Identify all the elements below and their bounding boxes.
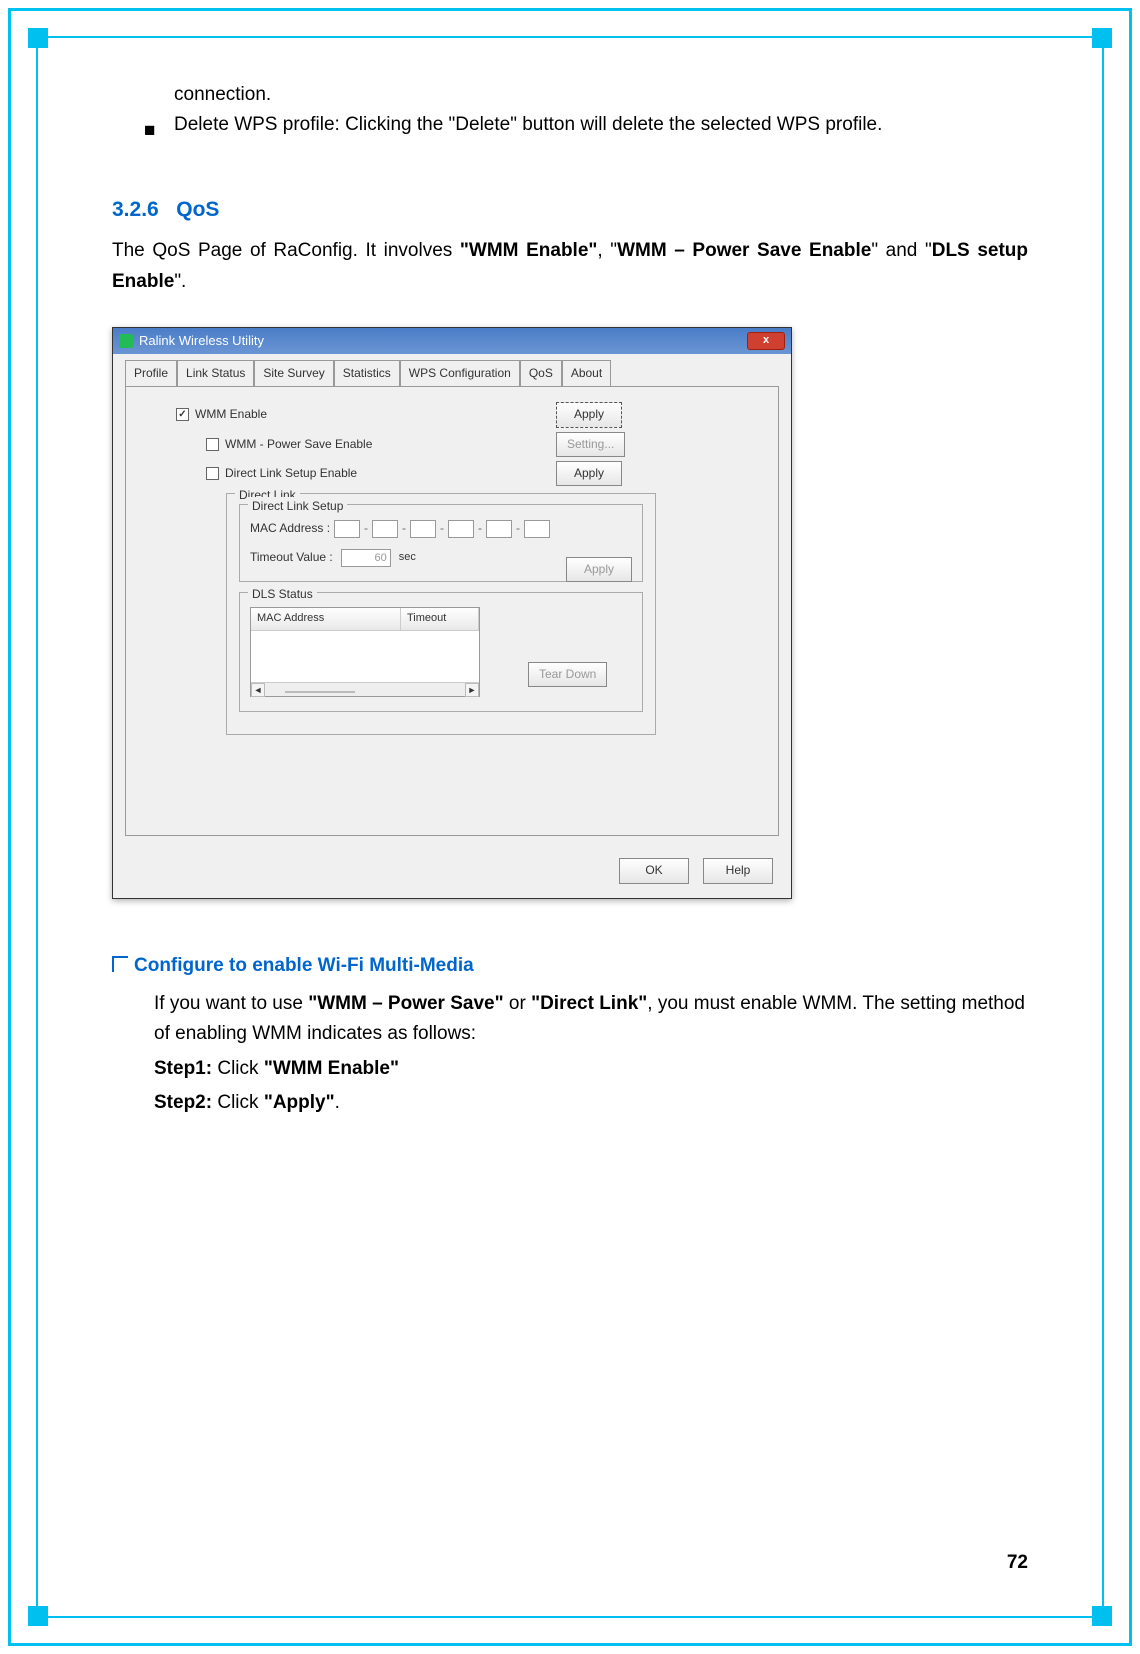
apply-button-setup[interactable]: Apply — [566, 557, 632, 582]
scroll-right-icon[interactable]: ► — [465, 683, 479, 697]
mac-octet-5[interactable] — [486, 520, 512, 538]
sub-paragraph: If you want to use "WMM – Power Save" or… — [154, 989, 1028, 1050]
fieldset-dls-status: DLS Status MAC Address Timeout ◄ ► — [239, 592, 643, 712]
sub-heading-configure-wmm: Configure to enable Wi-Fi Multi-Media — [112, 951, 1028, 981]
label-dls-enable: Direct Link Setup Enable — [225, 464, 357, 483]
dialog-titlebar[interactable]: Ralink Wireless Utility x — [113, 328, 791, 354]
dash-icon: - — [440, 519, 444, 538]
setting-button[interactable]: Setting... — [556, 432, 625, 457]
section-number: 3.2.6 — [112, 198, 159, 221]
section-paragraph: The QoS Page of RaConfig. It involves "W… — [112, 236, 1028, 297]
checkbox-wmm-powersave[interactable] — [206, 438, 219, 451]
label-wmm-enable: WMM Enable — [195, 405, 267, 424]
tab-strip: Profile Link Status Site Survey Statisti… — [113, 354, 791, 386]
timeout-input[interactable] — [341, 549, 391, 567]
step1: Step1: Click "WMM Enable" — [154, 1054, 1028, 1084]
tab-body-qos: WMM Enable Apply WMM - Power Save Enable… — [125, 386, 779, 836]
tab-wps[interactable]: WPS Configuration — [400, 360, 520, 386]
mac-octet-1[interactable] — [334, 520, 360, 538]
help-button[interactable]: Help — [703, 858, 773, 883]
tab-link-status[interactable]: Link Status — [177, 360, 254, 386]
mac-octet-6[interactable] — [524, 520, 550, 538]
horizontal-scrollbar[interactable]: ◄ ► — [251, 682, 479, 696]
tab-about[interactable]: About — [562, 360, 611, 386]
sub-text-block: If you want to use "WMM – Power Save" or… — [112, 989, 1028, 1119]
col-mac[interactable]: MAC Address — [251, 608, 401, 630]
checkbox-wmm-enable[interactable] — [176, 408, 189, 421]
apply-button-wmm[interactable]: Apply — [556, 402, 622, 427]
dash-icon: - — [402, 519, 406, 538]
ok-button[interactable]: OK — [619, 858, 689, 883]
checkbox-dls-enable[interactable] — [206, 467, 219, 480]
step2: Step2: Click "Apply". — [154, 1088, 1028, 1118]
label-wmm-powersave: WMM - Power Save Enable — [225, 435, 372, 454]
dash-icon: - — [364, 519, 368, 538]
apply-button-dls[interactable]: Apply — [556, 461, 622, 486]
fieldset-dl-setup: Direct Link Setup MAC Address : - - - - … — [239, 504, 643, 582]
col-timeout[interactable]: Timeout — [401, 608, 479, 630]
bullet-text: Delete WPS profile: Clicking the "Delete… — [174, 114, 882, 135]
mac-address-row: MAC Address : - - - - - — [250, 519, 632, 538]
fieldset-direct-link: Direct Link Direct Link Setup MAC Addres… — [226, 493, 656, 735]
legend-dls-status: DLS Status — [248, 585, 317, 604]
mac-octet-4[interactable] — [448, 520, 474, 538]
scroll-left-icon[interactable]: ◄ — [251, 683, 265, 697]
tab-statistics[interactable]: Statistics — [334, 360, 400, 386]
bullet-delete-wps: ■ Delete WPS profile: Clicking the "Dele… — [112, 110, 1028, 140]
mac-label: MAC Address : — [250, 519, 330, 538]
intro-line: connection. — [112, 80, 1028, 110]
dash-icon: - — [478, 519, 482, 538]
ralink-dialog: Ralink Wireless Utility x Profile Link S… — [112, 327, 792, 898]
mac-octet-2[interactable] — [372, 520, 398, 538]
page-content: connection. ■ Delete WPS profile: Clicki… — [112, 80, 1028, 1122]
pointer-bullet-icon — [112, 956, 128, 972]
section-title: QoS — [176, 198, 219, 221]
app-icon — [119, 334, 133, 348]
tab-qos[interactable]: QoS — [520, 360, 562, 386]
page-number: 72 — [1007, 1552, 1028, 1574]
dialog-bottom-buttons: OK Help — [113, 848, 791, 897]
dash-icon: - — [516, 519, 520, 538]
scroll-thumb[interactable] — [285, 691, 355, 693]
tab-site-survey[interactable]: Site Survey — [254, 360, 333, 386]
teardown-button[interactable]: Tear Down — [528, 662, 607, 687]
timeout-label: Timeout Value : — [250, 548, 333, 567]
close-button[interactable]: x — [747, 332, 785, 350]
table-header: MAC Address Timeout — [251, 608, 479, 631]
dls-status-table[interactable]: MAC Address Timeout ◄ ► — [250, 607, 480, 697]
tab-profile[interactable]: Profile — [125, 360, 177, 386]
square-bullet-icon: ■ — [144, 116, 155, 146]
timeout-unit: sec — [399, 549, 416, 567]
dialog-title: Ralink Wireless Utility — [139, 331, 264, 352]
mac-octet-3[interactable] — [410, 520, 436, 538]
legend-dl-setup: Direct Link Setup — [248, 497, 347, 516]
section-heading-qos: 3.2.6 QoS — [112, 193, 1028, 227]
